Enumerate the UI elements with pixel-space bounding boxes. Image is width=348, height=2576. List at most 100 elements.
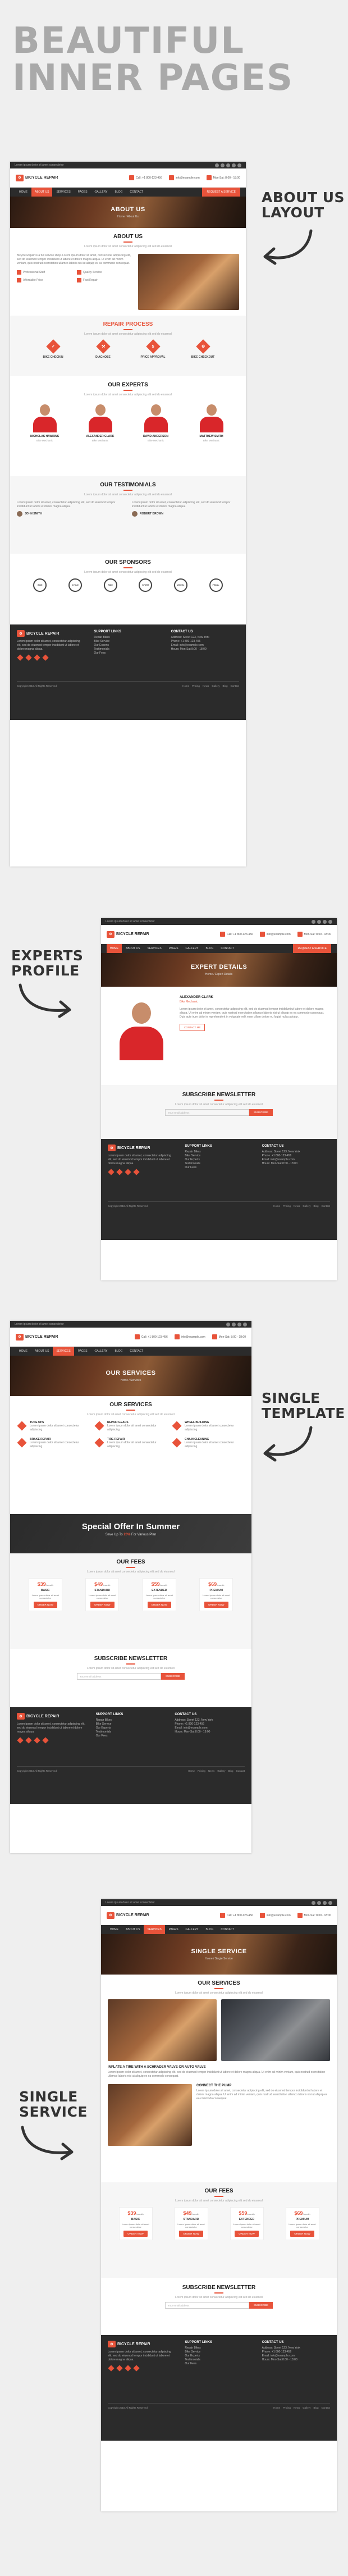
order-button[interactable]: ORDER NOW — [290, 2231, 314, 2237]
footer-link[interactable]: Our Fees — [94, 651, 162, 655]
nav-services[interactable]: SERVICES — [144, 1925, 165, 1934]
footer-link[interactable]: Our Experts — [96, 1726, 166, 1730]
expert-card[interactable]: DAVID ANDERSON Bike Mechanic — [136, 401, 176, 442]
facebook-icon[interactable] — [215, 163, 219, 167]
expert-card[interactable]: ALEXANDER CLARK Bike Mechanic — [81, 401, 120, 442]
nav-gallery[interactable]: GALLERY — [91, 188, 111, 197]
footer-link[interactable]: Bike Service — [96, 1722, 166, 1726]
footer-link[interactable]: Our Fees — [185, 2362, 253, 2366]
google-icon[interactable] — [34, 654, 40, 661]
subscribe-button[interactable]: SUBSCRIBE — [161, 1673, 185, 1680]
twitter-icon[interactable] — [317, 919, 321, 924]
google-icon[interactable] — [237, 1322, 241, 1326]
footer-logo[interactable]: ⚙ BICYCLE REPAIR — [108, 2341, 176, 2347]
footer-link[interactable]: Bike Service — [185, 2350, 253, 2354]
nav-services[interactable]: SERVICES — [53, 1347, 74, 1356]
nav-home[interactable]: HOME — [16, 1347, 31, 1356]
order-button[interactable]: ORDER NOW — [147, 1602, 171, 1608]
google-icon[interactable] — [323, 919, 327, 924]
google-icon[interactable] — [34, 1737, 40, 1744]
footer-link[interactable]: Repair Bikes — [94, 636, 162, 640]
facebook-icon[interactable] — [226, 1322, 230, 1326]
nav-about[interactable]: ABOUT US — [122, 944, 143, 953]
subscribe-button[interactable]: SUBSCRIBE — [249, 1109, 273, 1116]
nav-services[interactable]: SERVICES — [144, 944, 164, 953]
nav-blog[interactable]: BLOG — [112, 1347, 126, 1356]
nav-about[interactable]: ABOUT US — [31, 188, 53, 197]
expert-card[interactable]: MATTHEW SMITH Bike Mechanic — [192, 401, 231, 442]
twitter-icon[interactable] — [25, 1737, 32, 1744]
logo[interactable]: ⚙ BICYCLE REPAIR — [16, 1333, 58, 1341]
sponsor-logo[interactable]: RIDE — [103, 578, 117, 592]
footer-link[interactable]: Our Fees — [185, 1166, 253, 1170]
twitter-icon[interactable] — [317, 1900, 321, 1905]
footer-link[interactable]: Repair Bikes — [185, 1150, 253, 1154]
nav-blog[interactable]: BLOG — [112, 188, 126, 197]
twitter-icon[interactable] — [116, 2365, 123, 2372]
nav-contact[interactable]: CONTACT — [217, 944, 237, 953]
nav-gallery[interactable]: GALLERY — [91, 1347, 111, 1356]
request-service-button[interactable]: REQUEST A SERVICE — [293, 944, 331, 953]
footer-link[interactable]: Our Experts — [94, 644, 162, 648]
subscribe-button[interactable]: SUBSCRIBE — [249, 2302, 273, 2309]
footer-link[interactable]: Testimonials — [94, 648, 162, 651]
footer-logo[interactable]: ⚙ BICYCLE REPAIR — [17, 630, 85, 637]
nav-blog[interactable]: BLOG — [203, 1925, 217, 1934]
nav-services[interactable]: SERVICES — [53, 188, 74, 197]
sponsor-logo[interactable]: BIKE — [33, 578, 47, 592]
facebook-icon[interactable] — [108, 2365, 115, 2372]
google-icon[interactable] — [323, 1900, 327, 1905]
logo[interactable]: ⚙ BICYCLE REPAIR — [107, 931, 149, 938]
nav-contact[interactable]: CONTACT — [126, 188, 146, 197]
service-item[interactable]: TUNE UPS Lorem ipsum dolor sit amet conse… — [17, 1421, 90, 1432]
footer-link[interactable]: Repair Bikes — [96, 1718, 166, 1722]
request-service-button[interactable]: REQUEST A SERVICE — [202, 188, 240, 197]
footer-logo[interactable]: ⚙ BICYCLE REPAIR — [17, 1713, 87, 1720]
nav-contact[interactable]: CONTACT — [126, 1347, 146, 1356]
service-item[interactable]: REPAIR GEARS Lorem ipsum dolor sit amet c… — [94, 1421, 167, 1432]
linkedin-icon[interactable] — [42, 654, 49, 661]
newsletter-email-input[interactable]: Your email address — [164, 1109, 249, 1116]
twitter-icon[interactable] — [221, 163, 225, 167]
nav-about[interactable]: ABOUT US — [122, 1925, 143, 1934]
nav-pages[interactable]: PAGES — [75, 1347, 91, 1356]
google-icon[interactable] — [125, 1169, 131, 1175]
order-button[interactable]: ORDER NOW — [90, 1602, 115, 1608]
service-item[interactable]: BRAKE REPAIR Lorem ipsum dolor sit amet c… — [17, 1438, 90, 1449]
linkedin-icon[interactable] — [328, 919, 332, 924]
sponsor-logo[interactable]: WHEEL — [173, 578, 187, 592]
nav-home[interactable]: HOME — [16, 188, 31, 197]
nav-gallery[interactable]: GALLERY — [182, 944, 202, 953]
footer-link[interactable]: Our Fees — [96, 1734, 166, 1738]
sponsor-logo[interactable]: SPORT — [139, 578, 153, 592]
footer-link[interactable]: Our Experts — [185, 2354, 253, 2358]
linkedin-icon[interactable] — [243, 1322, 247, 1326]
footer-link[interactable]: Repair Bikes — [185, 2346, 253, 2350]
instagram-icon[interactable] — [237, 163, 241, 167]
service-item[interactable]: TIRE REPAIR Lorem ipsum dolor sit amet co… — [94, 1438, 167, 1449]
order-button[interactable]: ORDER NOW — [123, 2231, 148, 2237]
service-item[interactable]: CHAIN CLEANING Lorem ipsum dolor sit amet… — [172, 1438, 245, 1449]
facebook-icon[interactable] — [312, 1900, 315, 1905]
nav-blog[interactable]: BLOG — [203, 944, 217, 953]
footer-link[interactable]: Bike Service — [94, 640, 162, 644]
order-button[interactable]: ORDER NOW — [235, 2231, 259, 2237]
google-icon[interactable] — [226, 163, 230, 167]
nav-contact[interactable]: CONTACT — [217, 1925, 237, 1934]
order-button[interactable]: ORDER NOW — [179, 2231, 203, 2237]
twitter-icon[interactable] — [116, 1169, 123, 1175]
expert-card[interactable]: NICHOLAS HAWKINS Bike Mechanic — [25, 401, 65, 442]
facebook-icon[interactable] — [312, 919, 315, 924]
nav-about[interactable]: ABOUT US — [31, 1347, 52, 1356]
google-icon[interactable] — [125, 2365, 131, 2372]
nav-pages[interactable]: PAGES — [75, 188, 91, 197]
footer-link[interactable]: Our Experts — [185, 1158, 253, 1162]
footer-link[interactable]: Testimonials — [96, 1730, 166, 1734]
logo[interactable]: ⚙ BICYCLE REPAIR — [16, 174, 58, 181]
order-button[interactable]: ORDER NOW — [204, 1602, 228, 1608]
twitter-icon[interactable] — [232, 1322, 236, 1326]
facebook-icon[interactable] — [17, 654, 24, 661]
footer-link[interactable]: Testimonials — [185, 2358, 253, 2362]
linkedin-icon[interactable] — [232, 163, 236, 167]
service-item[interactable]: WHEEL BUILDING Lorem ipsum dolor sit amet… — [172, 1421, 245, 1432]
